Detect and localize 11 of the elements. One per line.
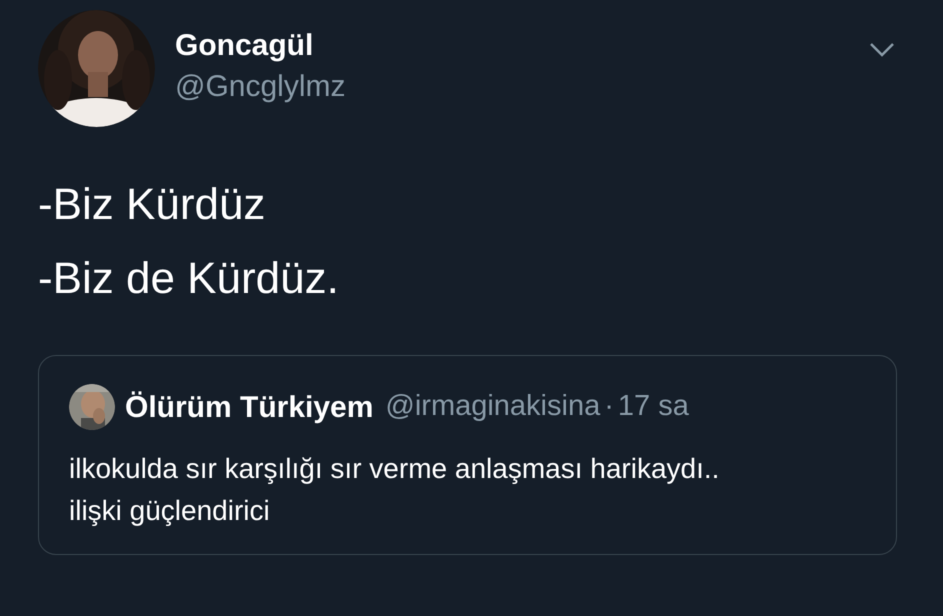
tweet-text: -Biz de Kürdüz. (38, 253, 340, 305)
quoted-author-name: Ölürüm Türkiyem (125, 390, 374, 426)
quoted-author-handle: @irmaginakisina (385, 389, 600, 424)
quoted-tweet-text: ilkokulda sır karşılığı sır verme anlaşması harikaydı.. ilişki güçlendirici (69, 452, 720, 528)
timestamp: 17 sa (618, 389, 689, 424)
separator: · (604, 389, 614, 424)
tweet-text: -Biz Kürdüz (38, 179, 266, 231)
author-name: Goncagül (175, 28, 314, 64)
author-handle: @Gncglylmz (175, 69, 346, 105)
quoted-tweet-card[interactable]: Ölürüm Türkiyem @irmaginakisina·17 sa ilkokulda sır karşılığı sır verme anlaşması harikaydı.. ilişki güçlendirici (38, 355, 897, 555)
chevron-down-icon[interactable] (869, 42, 895, 58)
